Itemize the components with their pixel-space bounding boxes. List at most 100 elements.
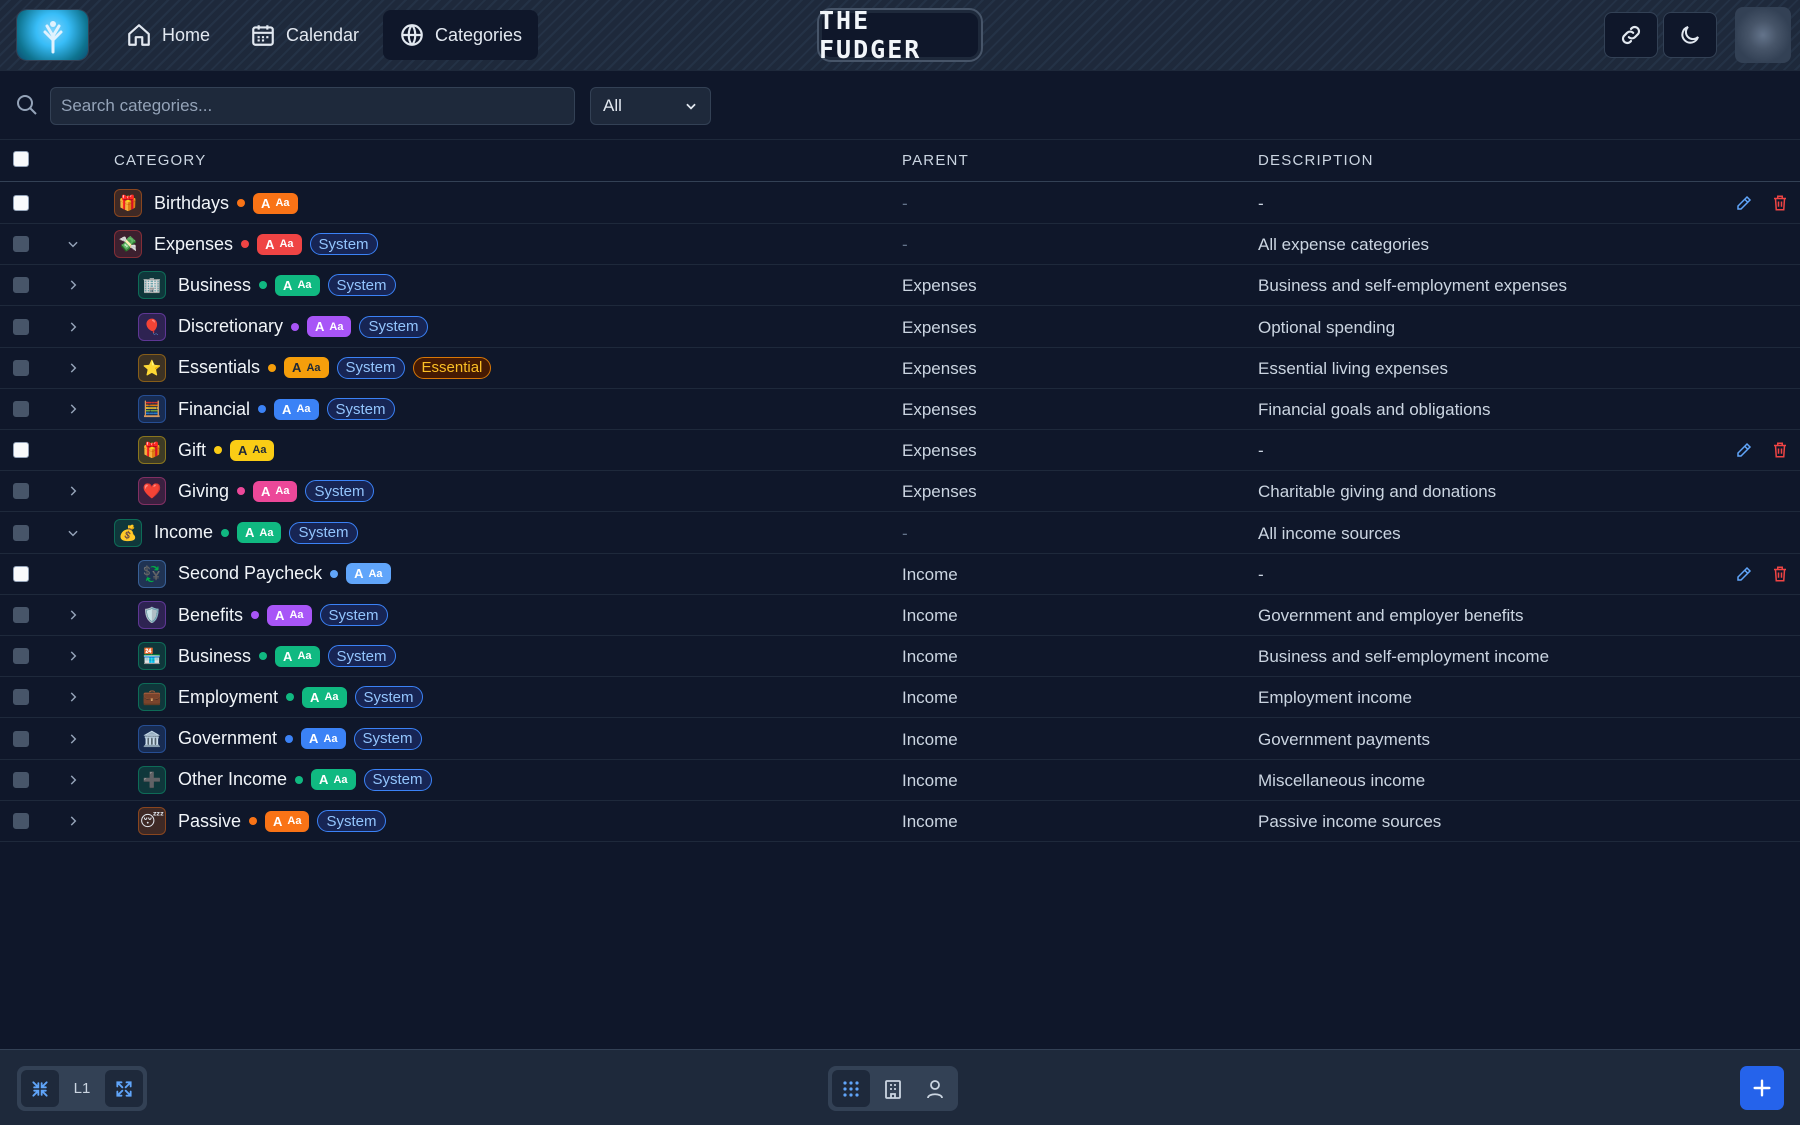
row-checkbox[interactable] (13, 565, 29, 582)
row-checkbox (13, 648, 29, 665)
parent-cell: - (902, 523, 908, 543)
edit-icon[interactable] (1735, 194, 1753, 212)
link-button[interactable] (1604, 12, 1658, 58)
chevron-right-icon[interactable] (66, 732, 80, 746)
filter-bar: All (0, 71, 1800, 140)
system-badge: System (309, 233, 378, 256)
avatar[interactable] (1735, 7, 1791, 63)
add-category-button[interactable] (1740, 1066, 1784, 1110)
style-sample: Aa (275, 485, 290, 498)
table-row[interactable]: 😴 Passive A Aa System Income Passive income so… (0, 801, 1800, 842)
grid-view-button[interactable] (832, 1070, 870, 1107)
row-checkbox[interactable] (13, 195, 29, 211)
app-logo[interactable] (17, 10, 88, 60)
chevron-right-icon[interactable] (66, 484, 80, 498)
color-dot (291, 322, 300, 331)
style-sample: Aa (252, 444, 267, 457)
level-indicator[interactable]: L1 (63, 1070, 101, 1107)
table-row[interactable]: 🏪 Business A Aa System Income Business and sel… (0, 636, 1800, 678)
parent-cell: Expenses (902, 482, 977, 502)
chevron-down-icon[interactable] (66, 237, 80, 251)
nav-home[interactable]: Home (110, 10, 226, 60)
delete-icon[interactable] (1771, 194, 1789, 212)
chevron-right-icon[interactable] (66, 320, 80, 334)
style-sample: Aa (297, 650, 312, 663)
category-cell: ❤️ Giving A Aa System (138, 476, 374, 506)
category-cell: ⭐ Essentials A Aa System Essential (138, 353, 492, 383)
search-icon (17, 95, 37, 115)
category-icon: 💸 (114, 230, 142, 259)
category-name: Business (178, 274, 252, 295)
description-cell: Financial goals and obligations (1258, 400, 1491, 419)
parent-cell: - (902, 194, 908, 213)
chevron-right-icon[interactable] (66, 278, 80, 292)
table-row[interactable]: 🎈 Discretionary A Aa System Expenses Optional … (0, 307, 1800, 348)
parent-cell: Expenses (902, 441, 977, 461)
brand-title: THE FUDGER (817, 6, 983, 64)
style-badge: A Aa (267, 604, 312, 626)
style-sample: Aa (368, 567, 383, 580)
table-row[interactable]: 🎁 Gift A Aa Expenses - (0, 430, 1800, 472)
nav-categories-label: Categories (435, 24, 523, 45)
nav-categories[interactable]: Categories (383, 10, 539, 60)
collapse-all-button[interactable] (21, 1070, 59, 1107)
text-style-icon: A (283, 277, 293, 293)
system-badge: System (289, 521, 358, 544)
text-style-icon: A (275, 607, 285, 623)
nav-calendar[interactable]: Calendar (234, 10, 375, 60)
color-dot (251, 611, 260, 619)
table-row[interactable]: 💼 Employment A Aa System Income Employment inc… (0, 677, 1800, 719)
chevron-right-icon[interactable] (66, 690, 80, 704)
chevron-right-icon[interactable] (66, 649, 80, 663)
user-view-button[interactable] (916, 1070, 954, 1107)
color-dot (268, 363, 277, 372)
table-row[interactable]: 💰 Income A Aa System - All income sources (0, 513, 1800, 554)
chevron-right-icon[interactable] (66, 402, 80, 416)
chevron-right-icon[interactable] (66, 608, 80, 622)
select-all-checkbox[interactable] (13, 151, 29, 167)
table-row[interactable]: ❤️ Giving A Aa System Expenses Charitable givi… (0, 471, 1800, 513)
row-actions (1735, 194, 1789, 212)
table-row[interactable]: ⭐ Essentials A Aa System Essential Expenses Ess… (0, 348, 1800, 389)
table-row[interactable]: 🧮 Financial A Aa System Expenses Financial goa… (0, 389, 1800, 430)
filter-select[interactable]: All (590, 87, 711, 125)
category-cell: 🎁 Birthdays A Aa (114, 188, 298, 218)
category-cell: 🎈 Discretionary A Aa System (138, 312, 428, 342)
style-badge: A Aa (307, 316, 352, 338)
table-row[interactable]: 🏛️ Government A Aa System Income Government pa… (0, 719, 1800, 760)
edit-icon[interactable] (1735, 565, 1753, 583)
table-row[interactable]: 💱 Second Paycheck A Aa Income - (0, 554, 1800, 595)
delete-icon[interactable] (1771, 441, 1789, 459)
table-row[interactable]: 🛡️ Benefits A Aa System Income Government and … (0, 595, 1800, 636)
table-row[interactable]: 💸 Expenses A Aa System - All expense categorie… (0, 224, 1800, 266)
row-checkbox[interactable] (13, 442, 29, 459)
system-badge: System (354, 686, 423, 709)
search-input[interactable] (50, 87, 575, 125)
collapse-icon (32, 1080, 48, 1097)
chevron-down-icon[interactable] (66, 526, 80, 540)
moon-icon (1681, 26, 1699, 44)
edit-icon[interactable] (1735, 441, 1753, 459)
category-icon: 🎁 (138, 436, 166, 465)
building-view-button[interactable] (874, 1070, 912, 1107)
delete-icon[interactable] (1771, 565, 1789, 583)
table-row[interactable]: 🎁 Birthdays A Aa - - (0, 183, 1800, 224)
row-checkbox (13, 483, 29, 500)
chevron-right-icon[interactable] (66, 361, 80, 375)
description-cell: Employment income (1258, 688, 1413, 708)
theme-toggle-button[interactable] (1663, 12, 1717, 58)
color-dot (221, 528, 230, 537)
table-row[interactable]: 🏢 Business A Aa System Expenses Business and s… (0, 265, 1800, 307)
text-style-icon: A (292, 360, 302, 376)
category-cell: 🏢 Business A Aa System (138, 270, 396, 300)
style-sample: Aa (279, 238, 294, 251)
chevron-right-icon[interactable] (66, 814, 80, 828)
chevron-right-icon[interactable] (66, 773, 80, 787)
chevron-down-icon (686, 103, 696, 110)
color-dot (258, 405, 267, 413)
style-sample: Aa (323, 732, 338, 745)
row-checkbox (13, 236, 29, 253)
table-row[interactable]: ➕ Other Income A Aa System Income Miscellaneou… (0, 760, 1800, 801)
style-badge: A Aa (257, 233, 302, 255)
expand-all-button[interactable] (105, 1070, 143, 1107)
